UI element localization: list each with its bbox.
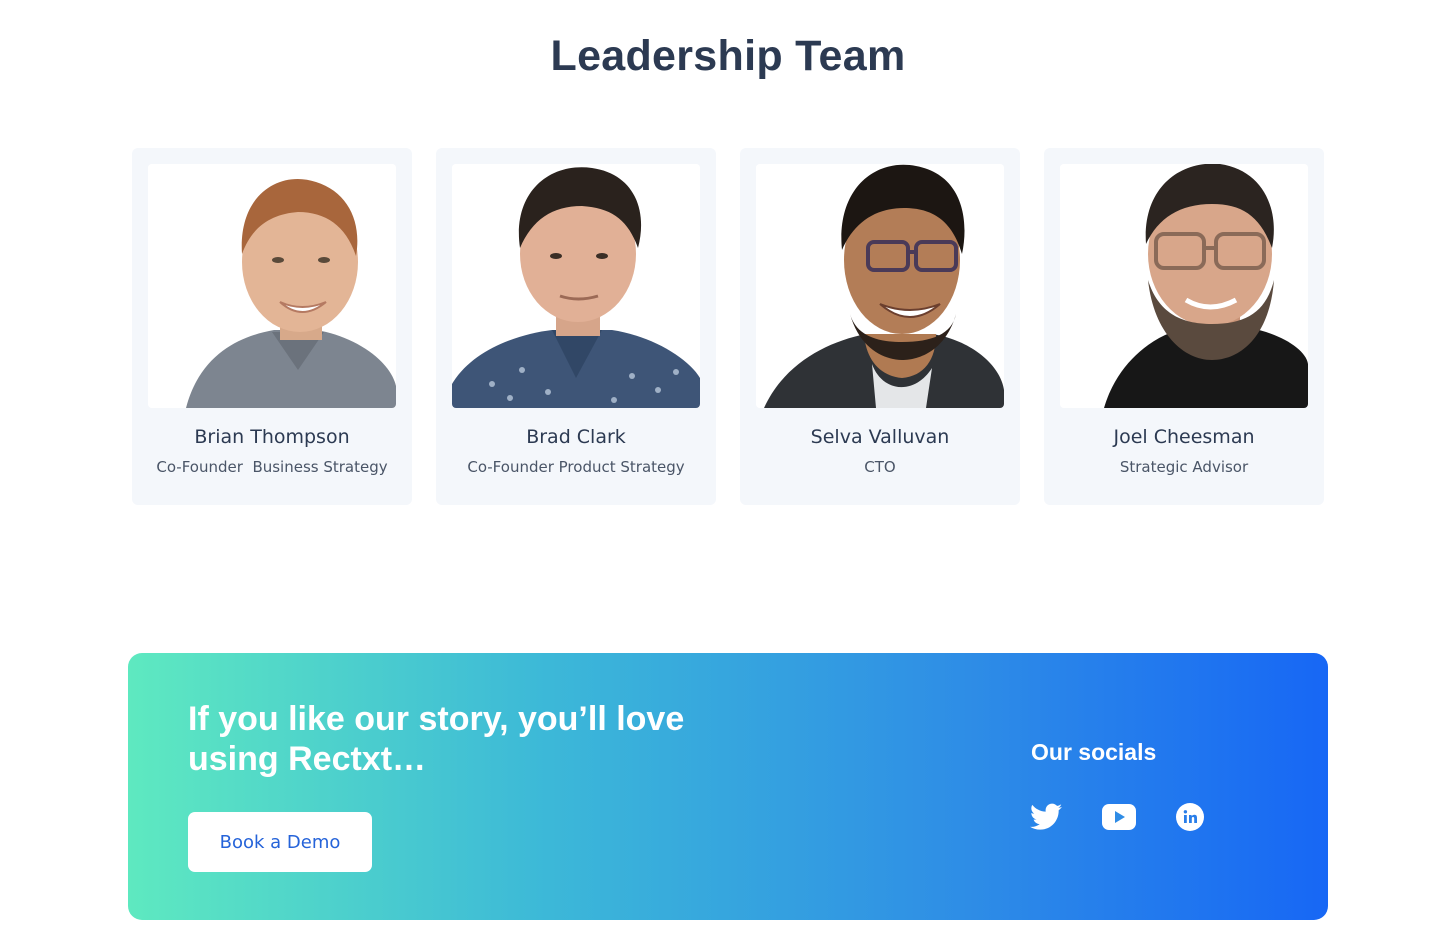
team-member-card: Brian Thompson Co-Founder Business Strat… bbox=[132, 148, 412, 505]
member-name: Brian Thompson bbox=[194, 426, 350, 448]
member-photo bbox=[1060, 164, 1308, 408]
member-photo bbox=[148, 164, 396, 408]
member-name: Joel Cheesman bbox=[1113, 426, 1255, 448]
section-title: Leadership Team bbox=[550, 32, 906, 80]
member-photo bbox=[452, 164, 700, 408]
cta-heading: If you like our story, you’ll love using… bbox=[188, 700, 685, 778]
team-grid: Brian Thompson Co-Founder Business Strat… bbox=[132, 148, 1324, 505]
social-icons bbox=[1030, 803, 1204, 836]
member-role: CTO bbox=[864, 458, 896, 476]
member-role: Co-Founder Product Strategy bbox=[467, 458, 685, 476]
book-demo-button[interactable]: Book a Demo bbox=[188, 812, 372, 872]
linkedin-icon[interactable] bbox=[1176, 803, 1204, 836]
twitter-icon[interactable] bbox=[1030, 803, 1062, 836]
member-role: Co-Founder Business Strategy bbox=[156, 458, 388, 476]
team-member-card: Selva Valluvan CTO bbox=[740, 148, 1020, 505]
cta-banner: If you like our story, you’ll love using… bbox=[128, 653, 1328, 920]
member-name: Brad Clark bbox=[526, 426, 626, 448]
team-member-card: Joel Cheesman Strategic Advisor bbox=[1044, 148, 1324, 505]
team-member-card: Brad Clark Co-Founder Product Strategy bbox=[436, 148, 716, 505]
socials-title: Our socials bbox=[1031, 739, 1157, 765]
member-role: Strategic Advisor bbox=[1119, 458, 1249, 476]
member-photo bbox=[756, 164, 1004, 408]
member-name: Selva Valluvan bbox=[810, 426, 950, 448]
youtube-icon[interactable] bbox=[1102, 804, 1136, 835]
